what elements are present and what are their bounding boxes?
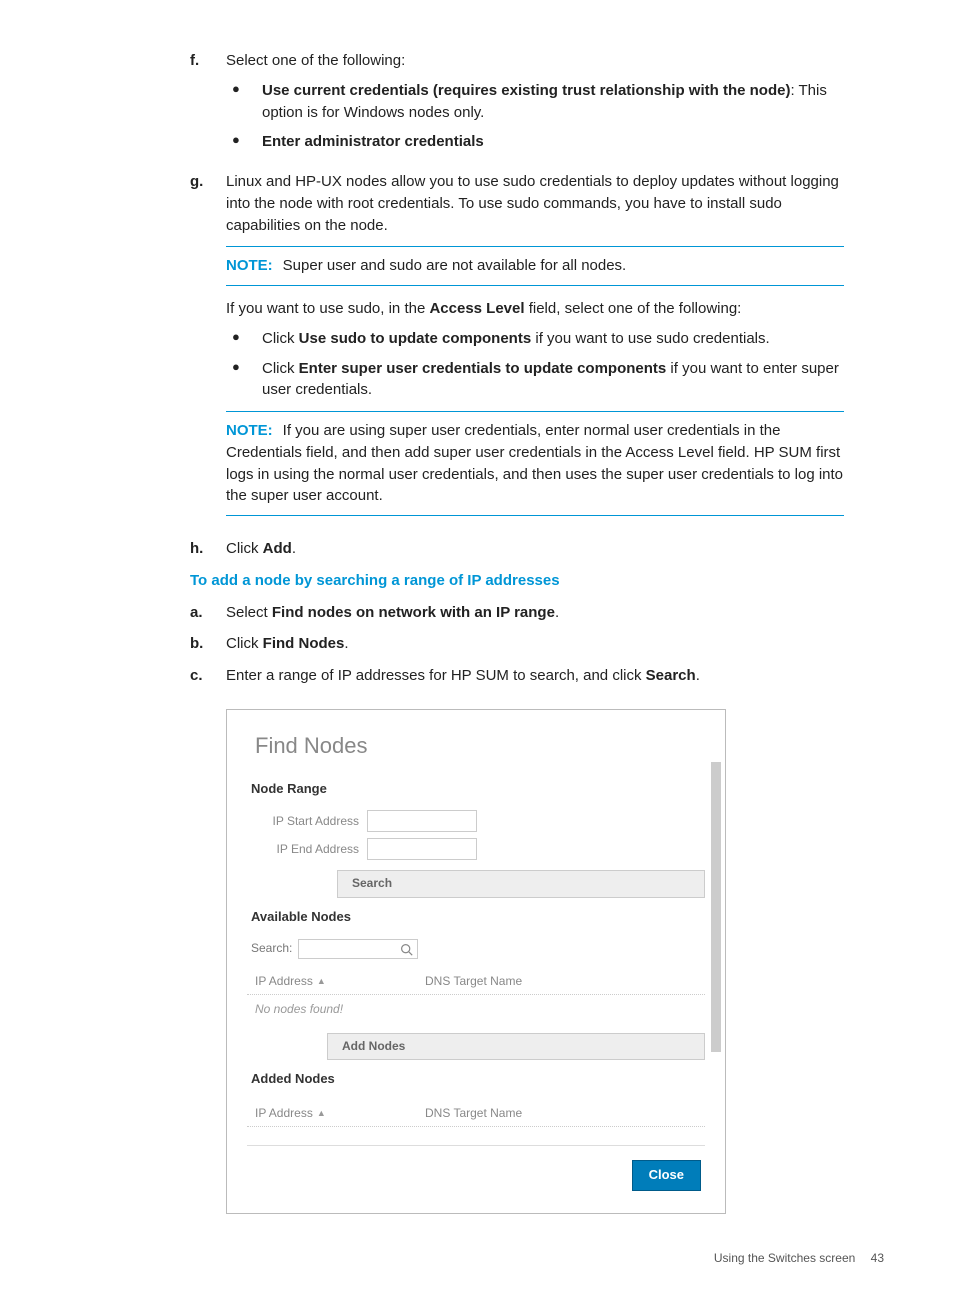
step-f-bullet-1: ● Use current credentials (requires exis… — [226, 80, 844, 124]
step-a-pre: Select — [226, 604, 272, 621]
step-g-bullet-1: ● Click Use sudo to update components if… — [226, 328, 844, 350]
note-2-text: If you are using super user credentials,… — [226, 422, 843, 504]
step-g-access-post: field, select one of the following: — [525, 300, 742, 317]
step-c-marker: c. — [190, 665, 226, 687]
step-c-bold: Search — [646, 667, 696, 684]
step-h-marker: h. — [190, 538, 226, 560]
close-button[interactable]: Close — [632, 1160, 701, 1191]
node-range-title: Node Range — [251, 780, 705, 799]
step-b-marker: b. — [190, 633, 226, 655]
step-g-bullet-2-bold: Enter super user credentials to update c… — [299, 360, 667, 377]
added-table-header: IP Address ▲ DNS Target Name — [247, 1101, 705, 1127]
bullet-icon: ● — [226, 131, 262, 153]
ip-end-input[interactable] — [367, 838, 477, 860]
col-ip-address-2[interactable]: IP Address — [255, 1105, 313, 1122]
bullet-icon: ● — [226, 328, 262, 350]
col-ip-address[interactable]: IP Address — [255, 973, 313, 990]
footer-text: Using the Switches screen — [714, 1251, 855, 1265]
step-b-bold: Find Nodes — [263, 635, 345, 652]
search-icon — [400, 943, 413, 956]
step-g-bullet-1-post: if you want to use sudo credentials. — [531, 330, 769, 347]
step-h-bold: Add — [263, 540, 292, 557]
step-g-access-pre: If you want to use sudo, in the — [226, 300, 429, 317]
step-g-bullet-1-pre: Click — [262, 330, 299, 347]
step-f-bullet-2: ● Enter administrator credentials — [226, 131, 844, 153]
step-g-text: Linux and HP-UX nodes allow you to use s… — [226, 171, 844, 236]
search-label: Search: — [251, 940, 292, 957]
step-c-pre: Enter a range of IP addresses for HP SUM… — [226, 667, 646, 684]
available-table-header: IP Address ▲ DNS Target Name — [247, 969, 705, 995]
note-label: NOTE: — [226, 422, 273, 439]
step-g-bullet-1-bold: Use sudo to update components — [299, 330, 532, 347]
find-nodes-dialog: Find Nodes Node Range IP Start Address I… — [226, 709, 726, 1214]
step-b-pre: Click — [226, 635, 263, 652]
step-g-marker: g. — [190, 171, 226, 528]
sort-asc-icon: ▲ — [317, 975, 326, 988]
step-f: f. Select one of the following: ● Use cu… — [190, 50, 844, 161]
note-1-text: Super user and sudo are not available fo… — [283, 257, 627, 274]
footer-page-number: 43 — [871, 1251, 884, 1265]
ip-start-input[interactable] — [367, 810, 477, 832]
step-h-post: . — [292, 540, 296, 557]
step-a-marker: a. — [190, 602, 226, 624]
step-g-access-line: If you want to use sudo, in the Access L… — [226, 298, 844, 320]
col-dns-name[interactable]: DNS Target Name — [425, 973, 705, 990]
step-f-text: Select one of the following: — [226, 50, 844, 72]
no-nodes-message: No nodes found! — [247, 995, 705, 1022]
ip-end-label: IP End Address — [247, 841, 367, 858]
note-1: NOTE: Super user and sudo are not availab… — [226, 246, 844, 286]
step-a-bold: Find nodes on network with an IP range — [272, 604, 555, 621]
sort-asc-icon: ▲ — [317, 1107, 326, 1120]
step-g-access-bold: Access Level — [429, 300, 524, 317]
search-button[interactable]: Search — [337, 870, 705, 897]
scrollbar[interactable] — [711, 762, 721, 1052]
bullet-icon: ● — [226, 80, 262, 124]
dialog-title: Find Nodes — [255, 730, 705, 762]
note-label: NOTE: — [226, 257, 273, 274]
step-f-bullet-2-bold: Enter administrator credentials — [262, 133, 484, 150]
step-c-post: . — [696, 667, 700, 684]
note-2: NOTE:If you are using super user credent… — [226, 411, 844, 516]
step-b: b. Click Find Nodes. — [190, 633, 844, 655]
step-c: c. Enter a range of IP addresses for HP … — [190, 665, 844, 687]
ip-start-row: IP Start Address — [247, 810, 705, 832]
add-nodes-button[interactable]: Add Nodes — [327, 1033, 705, 1060]
step-a-post: . — [555, 604, 559, 621]
step-f-bullet-1-bold: Use current credentials (requires existi… — [262, 82, 790, 99]
step-g: g. Linux and HP-UX nodes allow you to us… — [190, 171, 844, 528]
bullet-icon: ● — [226, 358, 262, 402]
step-h-pre: Click — [226, 540, 263, 557]
available-nodes-title: Available Nodes — [251, 908, 705, 927]
step-h: h. Click Add. — [190, 538, 844, 560]
step-g-bullet-2: ● Click Enter super user credentials to … — [226, 358, 844, 402]
search-input[interactable] — [298, 939, 418, 959]
subheading-add-node-range: To add a node by searching a range of IP… — [190, 570, 844, 592]
col-dns-name-2[interactable]: DNS Target Name — [425, 1105, 705, 1122]
ip-end-row: IP End Address — [247, 838, 705, 860]
step-g-bullet-2-pre: Click — [262, 360, 299, 377]
step-b-post: . — [344, 635, 348, 652]
page-footer: Using the Switches screen 43 — [60, 1250, 884, 1267]
ip-start-label: IP Start Address — [247, 813, 367, 830]
added-nodes-title: Added Nodes — [251, 1070, 705, 1089]
step-f-marker: f. — [190, 50, 226, 161]
step-a: a. Select Find nodes on network with an … — [190, 602, 844, 624]
